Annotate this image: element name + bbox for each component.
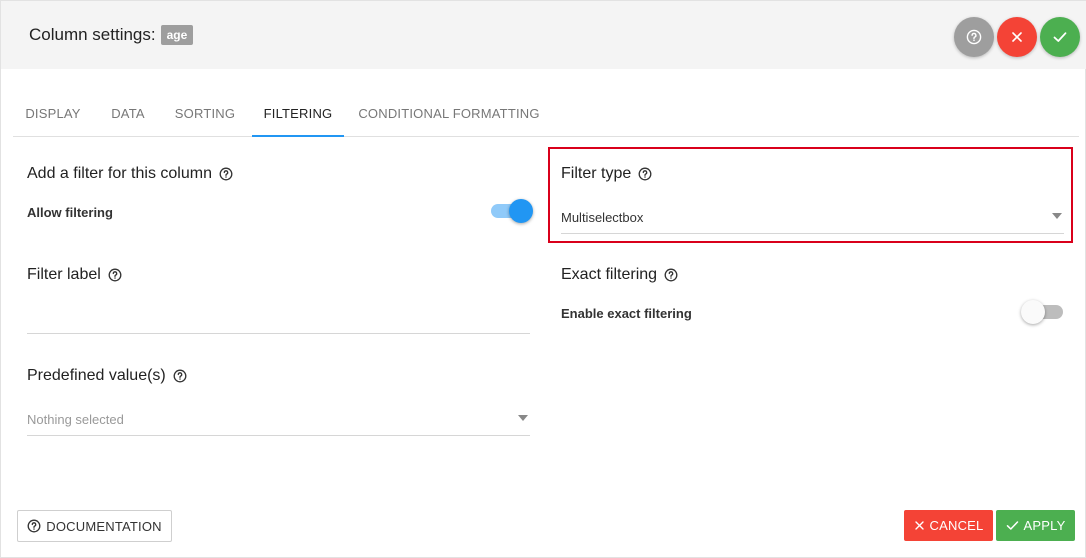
toggle-knob [509, 199, 533, 223]
add-filter-heading: Add a filter for this column [27, 165, 233, 183]
help-circle-icon[interactable] [638, 167, 652, 181]
dialog-title-text: Column settings: [29, 25, 156, 44]
exact-filtering-toggle[interactable] [1021, 299, 1065, 325]
help-circle-icon[interactable] [664, 268, 678, 282]
toggle-knob [1021, 300, 1045, 324]
caret-down-icon [1052, 213, 1062, 219]
close-icon [914, 521, 924, 530]
tab-sorting[interactable]: SORTING [165, 91, 245, 137]
tab-filtering[interactable]: FILTERING [252, 91, 344, 137]
add-filter-heading-text: Add a filter for this column [27, 165, 212, 182]
column-name-badge: age [160, 25, 194, 45]
exact-filtering-heading: Exact filtering [561, 266, 678, 284]
help-circle-icon[interactable] [108, 268, 122, 282]
documentation-button-label: DOCUMENTATION [46, 518, 162, 534]
tab-display[interactable]: DISPLAY [13, 91, 93, 137]
settings-tabs: DISPLAY DATA SORTING FILTERING CONDITION… [13, 91, 1079, 137]
dialog-title: Column settings: age [29, 25, 194, 45]
header-close-button[interactable] [997, 17, 1037, 57]
exact-filtering-label: Enable exact filtering [561, 306, 692, 321]
dialog-header: Column settings: age [1, 1, 1086, 69]
close-icon [1012, 32, 1022, 42]
predefined-values-select[interactable]: Nothing selected [27, 412, 530, 436]
filter-label-heading-text: Filter label [27, 266, 101, 283]
allow-filtering-toggle[interactable] [489, 198, 533, 224]
predefined-values-heading: Predefined value(s) [27, 367, 187, 385]
help-circle-icon [27, 519, 41, 533]
tab-data[interactable]: DATA [98, 91, 158, 137]
filter-type-select[interactable]: Multiselectbox [561, 210, 1064, 234]
tab-conditional-formatting[interactable]: CONDITIONAL FORMATTING [351, 91, 547, 137]
cancel-button[interactable]: CANCEL [904, 510, 993, 541]
filter-type-heading-text: Filter type [561, 165, 632, 182]
column-settings-dialog: Column settings: age DISPLAY DATA SORTIN… [0, 0, 1086, 558]
help-circle-icon[interactable] [173, 369, 187, 383]
filter-type-heading: Filter type [561, 165, 652, 183]
header-help-button[interactable] [954, 17, 994, 57]
allow-filtering-label: Allow filtering [27, 205, 113, 220]
filter-label-heading: Filter label [27, 266, 122, 284]
predefined-values-placeholder: Nothing selected [27, 412, 124, 427]
filter-type-value: Multiselectbox [561, 210, 644, 225]
exact-filtering-heading-text: Exact filtering [561, 266, 658, 283]
check-icon [1053, 32, 1067, 42]
cancel-button-label: CANCEL [929, 518, 984, 533]
predefined-values-heading-text: Predefined value(s) [27, 367, 166, 384]
header-confirm-button[interactable] [1040, 17, 1080, 57]
documentation-button[interactable]: DOCUMENTATION [17, 510, 172, 542]
apply-button[interactable]: APPLY [996, 510, 1075, 541]
help-circle-icon[interactable] [219, 167, 233, 181]
apply-button-label: APPLY [1023, 518, 1066, 533]
check-icon [1006, 521, 1018, 530]
help-circle-icon [966, 29, 982, 45]
caret-down-icon [518, 415, 528, 421]
filter-label-input[interactable] [27, 309, 530, 334]
